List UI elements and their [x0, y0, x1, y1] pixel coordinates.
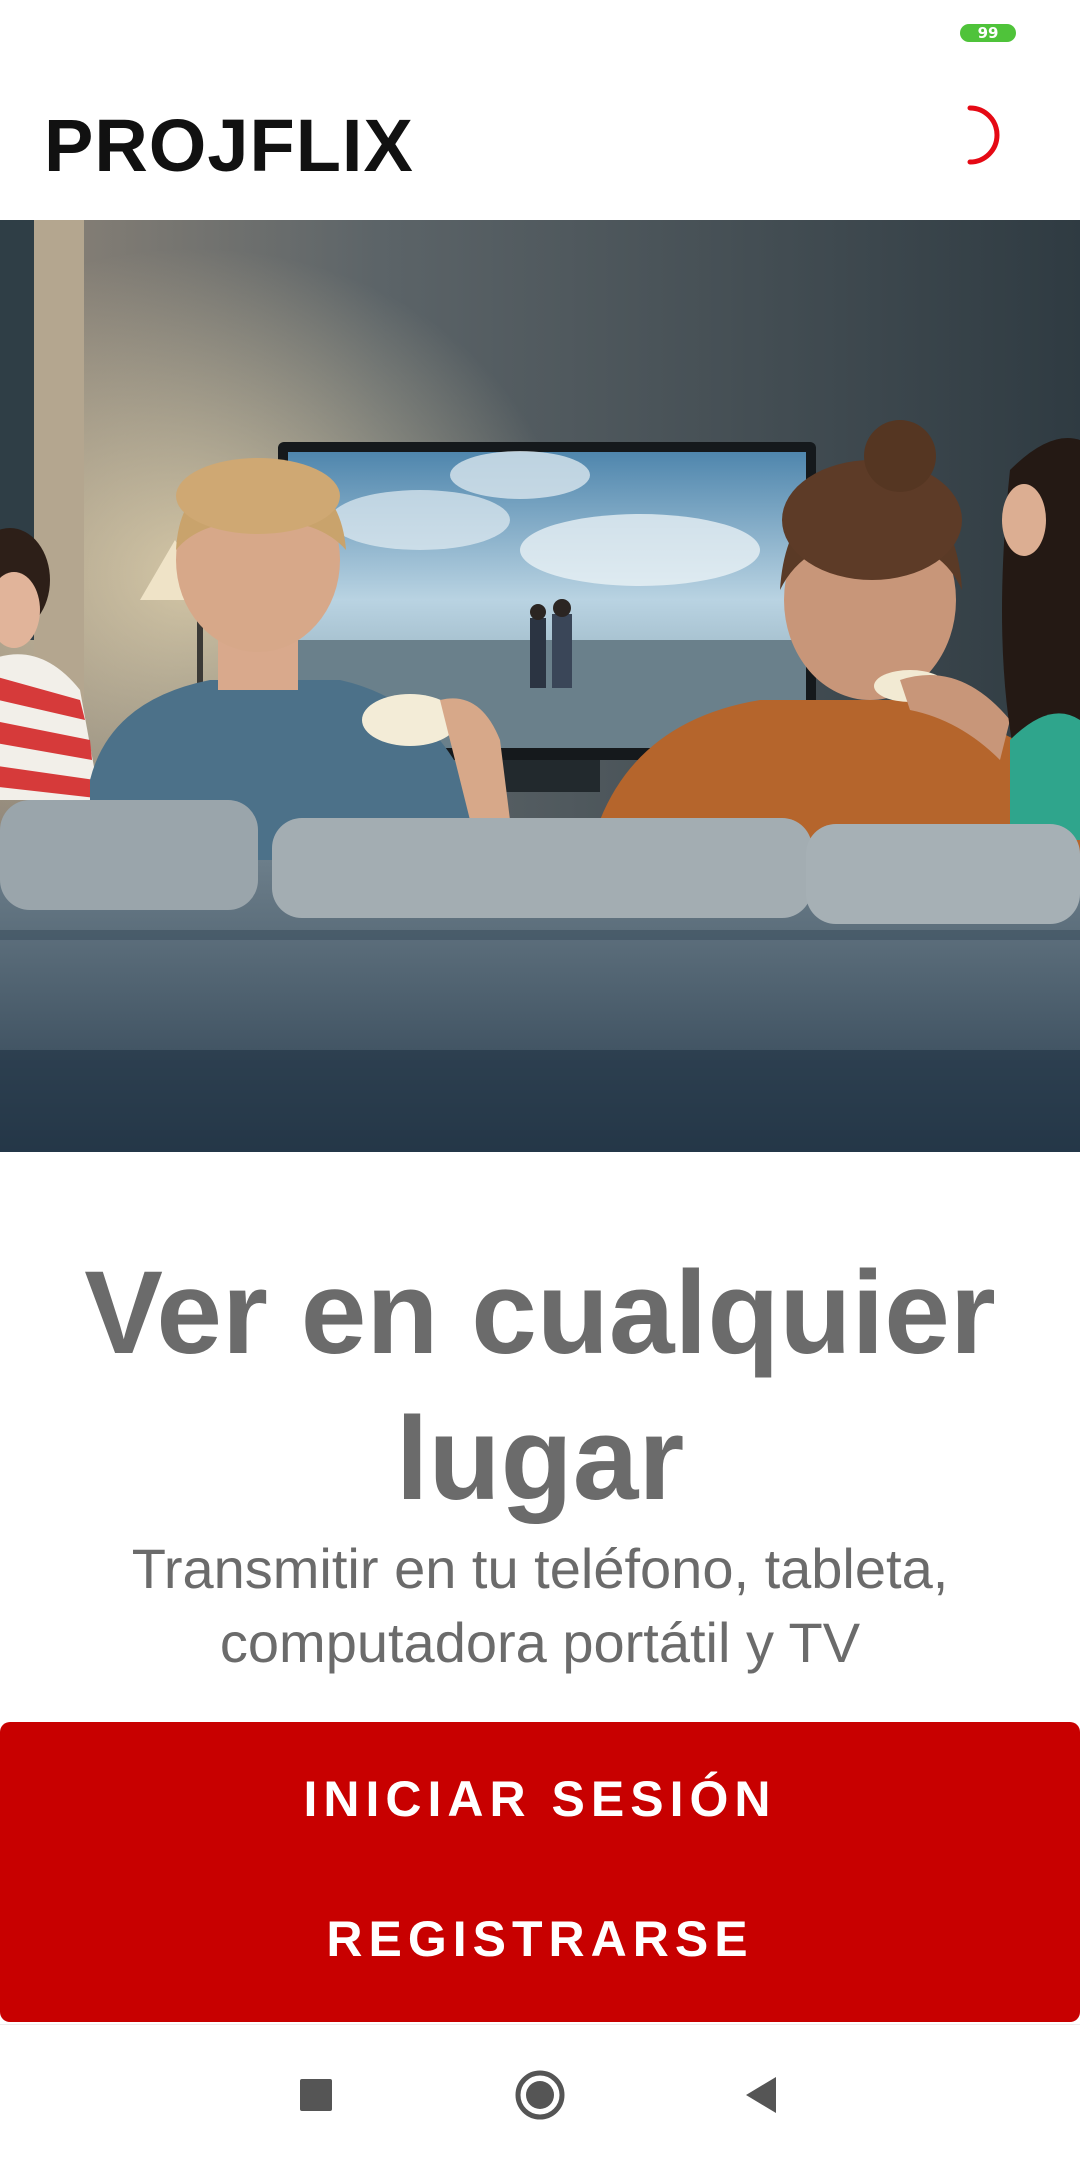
- status-bar: 99: [0, 0, 1080, 70]
- battery-level: 99: [977, 24, 999, 42]
- square-icon: [300, 2079, 332, 2111]
- theme-toggle-button[interactable]: [952, 100, 1008, 170]
- subheadline: Transmitir en tu teléfono, tableta, comp…: [131, 1537, 949, 1674]
- circle-icon: [515, 2070, 565, 2120]
- action-buttons: INICIAR SESIÓN REGISTRARSE: [0, 1722, 1080, 2022]
- system-nav-bar: [0, 2024, 1080, 2160]
- hero-image: [0, 220, 1080, 1152]
- back-button[interactable]: [732, 2065, 792, 2125]
- app-bar: PROJFLIX: [0, 70, 1080, 220]
- login-button[interactable]: INICIAR SESIÓN: [0, 1728, 1080, 1868]
- register-button[interactable]: REGISTRARSE: [0, 1868, 1080, 2008]
- recents-button[interactable]: [286, 2065, 346, 2125]
- friends-watching-tv-illustration: [0, 220, 1080, 1152]
- moon-icon: [967, 105, 1000, 165]
- triangle-back-icon: [746, 2077, 776, 2113]
- home-button[interactable]: [510, 2065, 570, 2125]
- screen: 99 PROJFLIX Ver en cualquier lugar Trans…: [0, 0, 1080, 2160]
- app-title: PROJFLIX: [44, 104, 414, 187]
- battery-icon: 99: [960, 24, 1016, 42]
- headline: Ver en cualquier lugar: [84, 1247, 996, 1525]
